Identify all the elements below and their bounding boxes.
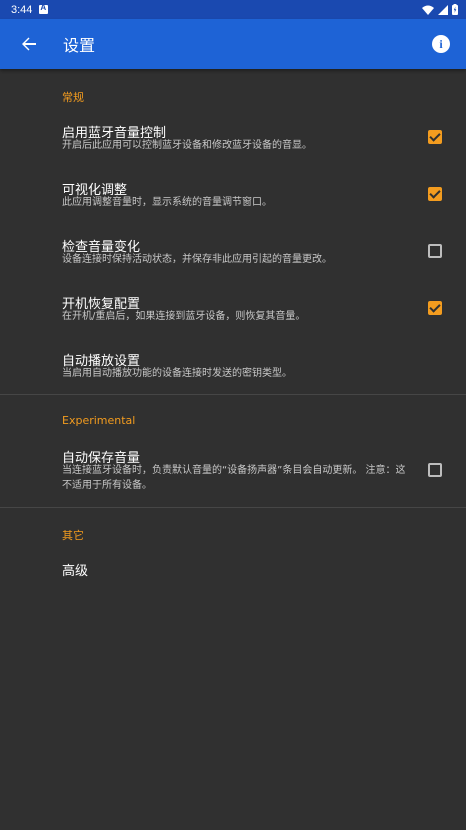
pref-check-volume-change[interactable]: 检查音量变化 设备连接时保持活动状态，并保存非此应用引起的音量更改。 [0,227,466,284]
checkbox-visual-adjust[interactable] [428,187,442,201]
pref-summary: 当启用自动播放功能的设备连接时发送的密钥类型。 [62,368,292,379]
arrow-back-icon [22,37,36,51]
status-bar: 3:44 [0,0,466,19]
section-divider [0,507,466,508]
back-button[interactable] [16,31,42,57]
pref-summary: 在开机/重启后，如果连接到蓝牙设备，则恢复其音量。 [62,311,306,322]
status-time: 3:44 [11,3,33,16]
pref-autoplay-settings[interactable]: 自动播放设置 当启用自动播放功能的设备连接时发送的密钥类型。 [0,341,466,393]
pref-summary: 当连接蓝牙设备时，负责默认音量的“设备扬声器”条目会自动更新。 注意：这不适用于… [62,465,406,491]
signal-icon [438,4,448,15]
pref-summary: 此应用调整音量时，显示系统的音量调节窗口。 [62,197,272,208]
pref-advanced[interactable]: 高级 [0,551,466,591]
section-header-other: 其它 [62,529,84,542]
pref-summary: 开启后此应用可以控制蓝牙设备和修改蓝牙设备的音显。 [62,140,312,151]
checkbox-auto-save-volume[interactable] [428,463,442,477]
section-header-general: 常规 [62,91,84,104]
info-button[interactable]: i [432,35,450,53]
battery-icon [452,4,458,15]
pref-summary: 设备连接时保持活动状态，并保存非此应用引起的音量更改。 [62,254,332,265]
app-bar: 设置 i [0,19,466,69]
pref-visual-adjust[interactable]: 可视化调整 此应用调整音量时，显示系统的音量调节窗口。 [0,170,466,227]
wifi-icon [422,5,434,15]
checkbox-bluetooth-volume-control[interactable] [428,130,442,144]
section-divider [0,394,466,395]
checkbox-boot-restore[interactable] [428,301,442,315]
pref-bluetooth-volume-control[interactable]: 启用蓝牙音量控制 开启后此应用可以控制蓝牙设备和修改蓝牙设备的音显。 [0,113,466,170]
pref-title: 高级 [62,564,89,579]
notification-icon [39,3,49,14]
info-icon: i [439,37,443,51]
pref-auto-save-volume[interactable]: 自动保存音量 当连接蓝牙设备时，负责默认音量的“设备扬声器”条目会自动更新。 注… [0,438,466,506]
page-title: 设置 [63,36,96,55]
checkbox-check-volume-change[interactable] [428,244,442,258]
status-icons [422,4,458,15]
section-header-experimental: Experimental [62,414,136,427]
pref-boot-restore[interactable]: 开机恢复配置 在开机/重启后，如果连接到蓝牙设备，则恢复其音量。 [0,284,466,341]
